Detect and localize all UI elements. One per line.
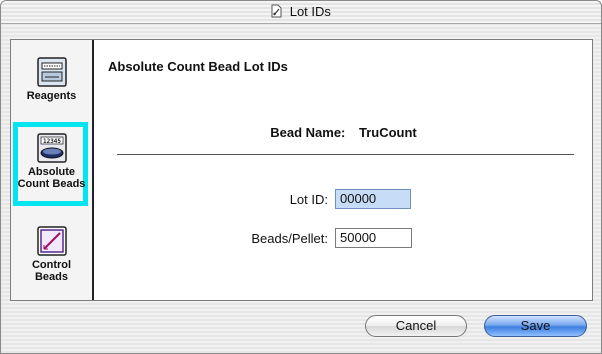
bead-name-label: Bead Name: bbox=[270, 125, 346, 140]
beads-per-pellet-field[interactable]: 50000 bbox=[335, 228, 412, 248]
document-icon bbox=[271, 4, 282, 18]
sidebar-item-label: Absolute bbox=[27, 166, 76, 178]
lot-ids-window: Lot IDs Reagents 12345 Absolute Count Be… bbox=[0, 0, 602, 354]
bead-name-row: Bead Name: TruCount bbox=[95, 125, 592, 140]
absolute-count-beads-icon: 12345 bbox=[36, 133, 67, 163]
window-title: Lot IDs bbox=[1, 4, 601, 19]
reagents-icon bbox=[36, 57, 67, 87]
lot-id-label: Lot ID: bbox=[289, 192, 328, 207]
title-bar[interactable]: Lot IDs bbox=[1, 1, 601, 24]
sidebar-item-label: Count Beads bbox=[17, 178, 86, 190]
beads-per-pellet-label: Beads/Pellet: bbox=[251, 231, 328, 246]
cancel-button[interactable]: Cancel bbox=[365, 315, 467, 337]
sidebar: Reagents 12345 Absolute Count Beads Cont… bbox=[11, 40, 94, 300]
sidebar-item-control-beads[interactable]: Control Beads bbox=[11, 226, 92, 283]
svg-text:12345: 12345 bbox=[42, 138, 60, 145]
lot-id-field[interactable]: 00000 bbox=[335, 189, 411, 209]
sidebar-item-reagents[interactable]: Reagents bbox=[11, 57, 92, 102]
save-button[interactable]: Save bbox=[484, 315, 587, 337]
sidebar-item-label: Reagents bbox=[26, 90, 77, 102]
page-title: Absolute Count Bead Lot IDs bbox=[108, 59, 288, 74]
sidebar-item-label: Beads bbox=[34, 271, 69, 283]
content-panel: Reagents 12345 Absolute Count Beads Cont… bbox=[10, 39, 593, 301]
window-title-text: Lot IDs bbox=[289, 4, 331, 19]
bead-name-value: TruCount bbox=[359, 125, 417, 140]
control-beads-icon bbox=[36, 226, 67, 256]
sidebar-item-label: Control bbox=[31, 259, 72, 271]
sidebar-item-absolute-count-beads[interactable]: 12345 Absolute Count Beads bbox=[11, 133, 92, 190]
divider bbox=[117, 154, 574, 155]
main-panel: Absolute Count Bead Lot IDs Bead Name: T… bbox=[95, 40, 592, 300]
